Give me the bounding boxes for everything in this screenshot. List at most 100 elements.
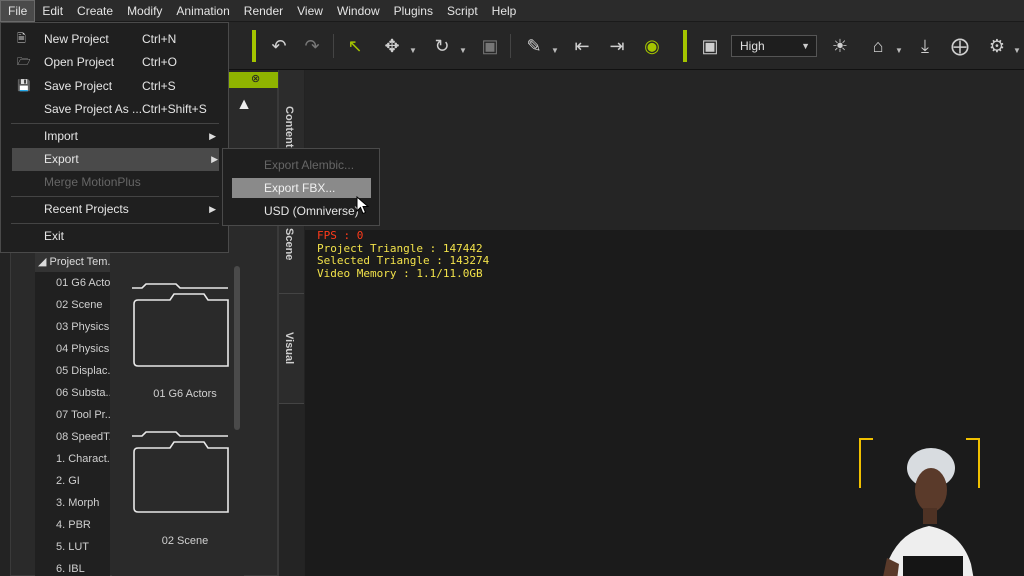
video-memory-readout: Video Memory : 1.1/11.0GB bbox=[317, 266, 483, 280]
content-header-tab[interactable]: ⊗ bbox=[229, 72, 279, 88]
character-figure bbox=[883, 448, 974, 576]
toolbar-separator bbox=[252, 30, 256, 62]
tree-item[interactable]: 6. IBL bbox=[35, 558, 110, 576]
thumbnail-grid: 01 G6 Actors 02 Scene bbox=[112, 252, 244, 576]
menu-animation[interactable]: Animation bbox=[169, 0, 236, 22]
menu-view[interactable]: View bbox=[290, 0, 330, 22]
menu-import[interactable]: Import ▶ bbox=[1, 125, 228, 148]
menu-export-alembic[interactable]: Export Alembic... bbox=[232, 155, 371, 175]
menu-render[interactable]: Render bbox=[237, 0, 290, 22]
chevron-down-icon[interactable]: ▼ bbox=[895, 46, 903, 55]
tree-item[interactable]: 08 SpeedT... bbox=[35, 426, 110, 448]
rotate-icon[interactable]: ↻ bbox=[430, 34, 454, 58]
tree-item[interactable]: 3. Morph bbox=[35, 492, 110, 514]
download-icon[interactable]: ⤓ bbox=[913, 34, 937, 58]
menu-file[interactable]: File bbox=[0, 0, 36, 22]
menu-create[interactable]: Create bbox=[70, 0, 120, 22]
home-icon[interactable]: ⌂ bbox=[866, 34, 890, 58]
viewport-background bbox=[305, 70, 1024, 230]
side-tabs: Content Scene Visual bbox=[278, 70, 304, 576]
scrollbar[interactable] bbox=[234, 266, 240, 430]
menu-exit[interactable]: Exit bbox=[1, 225, 228, 248]
chevron-right-icon: ▶ bbox=[211, 154, 218, 164]
chevron-down-icon[interactable]: ▼ bbox=[409, 46, 417, 55]
redo-icon[interactable]: ↷ bbox=[300, 34, 324, 58]
fps-readout: FPS : 0 bbox=[317, 229, 364, 242]
menu-merge-motionplus[interactable]: Merge MotionPlus bbox=[1, 171, 228, 194]
menu-new-project[interactable]: 🗎 New Project Ctrl+N bbox=[1, 28, 228, 51]
3d-viewport[interactable]: FPS : 0 Project Triangle : 147442 Selected… bbox=[305, 70, 1024, 576]
menu-export[interactable]: Export ▶ bbox=[12, 148, 219, 171]
tree-item[interactable]: 03 Physics bbox=[35, 316, 110, 338]
menu-recent-projects[interactable]: Recent Projects ▶ bbox=[1, 198, 228, 221]
menu-open-project[interactable]: 🗁 Open Project Ctrl+O bbox=[1, 51, 228, 74]
toolbar-divider bbox=[510, 34, 511, 58]
menu-help[interactable]: Help bbox=[485, 0, 524, 22]
chevron-down-icon[interactable]: ▼ bbox=[1013, 46, 1021, 55]
viewport-stats: FPS : 0 Project Triangle : 147442 Selected… bbox=[317, 229, 490, 280]
move-icon[interactable]: ✥ bbox=[380, 34, 404, 58]
settings-icon[interactable]: ⚙ bbox=[985, 34, 1009, 58]
tree-item[interactable]: 04 Physics bbox=[35, 338, 110, 360]
align-right-icon[interactable]: ⇥ bbox=[605, 34, 629, 58]
undo-icon[interactable]: ↶ bbox=[267, 34, 291, 58]
tree-item[interactable]: 2. GI bbox=[35, 470, 110, 492]
expand-icon[interactable]: ⨁ bbox=[948, 34, 972, 58]
tree-item[interactable]: 07 Tool Pr... bbox=[35, 404, 110, 426]
menu-separator bbox=[11, 223, 219, 224]
file-menu: 🗎 New Project Ctrl+N 🗁 Open Project Ctrl… bbox=[0, 22, 229, 253]
menu-save-project[interactable]: 💾 Save Project Ctrl+S bbox=[1, 75, 228, 98]
project-tree: ◢ Project Tem... 01 G6 Acto... 02 Scene … bbox=[35, 252, 110, 576]
folder-thumbnails bbox=[132, 283, 229, 513]
thumbnail-label: 02 Scene bbox=[161, 535, 209, 547]
mouse-cursor-icon bbox=[356, 196, 370, 215]
select-arrow-icon[interactable]: ↖ bbox=[343, 34, 367, 58]
tree-item[interactable]: 05 Displac... bbox=[35, 360, 110, 382]
tree-root[interactable]: ◢ Project Tem... bbox=[35, 252, 110, 272]
menu-export-fbx[interactable]: Export FBX... bbox=[232, 178, 371, 198]
menu-edit[interactable]: Edit bbox=[35, 0, 70, 22]
align-left-icon[interactable]: ⇤ bbox=[570, 34, 594, 58]
menu-save-project-as[interactable]: Save Project As ... Ctrl+Shift+S bbox=[1, 98, 228, 121]
sun-icon[interactable]: ☀ bbox=[828, 34, 852, 58]
new-file-icon: 🗎 bbox=[17, 33, 26, 45]
open-folder-icon: 🗁 bbox=[17, 56, 31, 68]
tree-item[interactable]: 01 G6 Acto... bbox=[35, 272, 110, 294]
folder-icon bbox=[132, 283, 228, 289]
selected-triangle-readout: Selected Triangle : 143274 bbox=[317, 254, 490, 267]
tree-item[interactable]: 5. LUT bbox=[35, 536, 110, 558]
folder-icon bbox=[132, 431, 228, 437]
chevron-right-icon: ▶ bbox=[209, 204, 216, 214]
tree-item[interactable]: 02 Scene bbox=[35, 294, 110, 316]
chevron-down-icon[interactable]: ▼ bbox=[459, 46, 467, 55]
chevron-down-icon[interactable]: ▼ bbox=[551, 46, 559, 55]
tree-item[interactable]: 06 Substa... bbox=[35, 382, 110, 404]
toolbar-separator bbox=[683, 30, 687, 62]
chevron-right-icon: ▶ bbox=[209, 131, 216, 141]
close-icon[interactable]: ⊗ bbox=[251, 72, 260, 85]
menu-export-usd[interactable]: USD (Omniverse) bbox=[232, 201, 371, 221]
tree-item[interactable]: 1. Charact... bbox=[35, 448, 110, 470]
package-icon[interactable]: ▲ bbox=[232, 96, 256, 116]
eye-icon[interactable]: ◉ bbox=[640, 34, 664, 58]
thumbnail-label: 01 G6 Actors bbox=[153, 388, 217, 400]
menu-window[interactable]: Window bbox=[330, 0, 387, 22]
menu-script[interactable]: Script bbox=[440, 0, 485, 22]
tab-visual[interactable]: Visual bbox=[279, 294, 304, 404]
toolbar-divider bbox=[333, 34, 334, 58]
menu-modify[interactable]: Modify bbox=[120, 0, 169, 22]
render-quality-select[interactable]: High ▼ bbox=[731, 35, 817, 57]
menu-plugins[interactable]: Plugins bbox=[387, 0, 440, 22]
tree-item[interactable]: 4. PBR bbox=[35, 514, 110, 536]
menu-separator bbox=[11, 123, 219, 124]
menu-separator bbox=[11, 196, 219, 197]
chevron-down-icon: ▼ bbox=[801, 41, 810, 51]
scale-icon[interactable]: ▣ bbox=[478, 34, 502, 58]
align-tool-icon[interactable]: ✎ bbox=[522, 34, 546, 58]
save-icon: 💾 bbox=[17, 80, 31, 92]
folder-icon bbox=[133, 293, 229, 367]
window-icon[interactable]: ▣ bbox=[698, 34, 722, 58]
menu-bar: File Edit Create Modify Animation Render… bbox=[0, 0, 1024, 22]
folder-icon bbox=[133, 441, 229, 513]
render-quality-value: High bbox=[740, 39, 765, 53]
